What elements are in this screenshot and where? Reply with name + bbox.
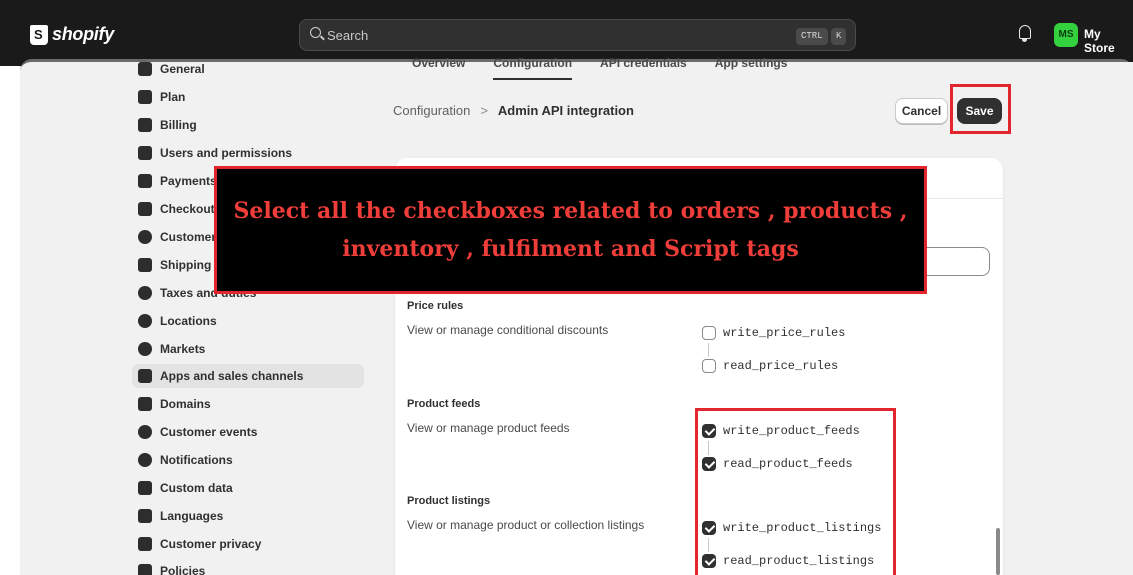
policies-icon (138, 564, 152, 575)
checkbox[interactable] (702, 359, 716, 373)
section-title-product-listings: Product listings (407, 495, 491, 507)
scope-connector (708, 343, 709, 357)
save-button-highlight (950, 84, 1011, 134)
shopping-bag-icon (30, 24, 48, 45)
logo-text: shopify (52, 24, 114, 44)
shopify-logo[interactable]: shopify (30, 24, 114, 45)
section-desc-product-listings: View or manage product or collection lis… (407, 518, 645, 532)
truck-icon (138, 258, 152, 272)
checked-scopes-highlight (695, 408, 896, 575)
sidebar-item-locations[interactable]: Locations (132, 309, 364, 333)
sidebar-item-label: Payments (160, 174, 217, 188)
shortcut-key-k: K (831, 28, 847, 45)
sidebar-item-label: Languages (160, 509, 224, 523)
custom-data-icon (138, 481, 152, 495)
sidebar-item-customer-privacy[interactable]: Customer privacy (132, 532, 364, 556)
instruction-line-2: inventory , fulfilment and Script tags (342, 236, 799, 262)
scope-label: write_price_rules (723, 326, 846, 340)
sidebar-item-languages[interactable]: Languages (132, 504, 364, 528)
sidebar-item-domains[interactable]: Domains (132, 392, 364, 416)
shortcut-key-ctrl: CTRL (796, 28, 828, 45)
sidebar-item-label: Custom data (160, 481, 233, 495)
section-desc-price-rules: View or manage conditional discounts (407, 323, 609, 337)
search-icon (310, 27, 321, 38)
app-tabs: Overview Configuration API credentials A… (412, 56, 787, 86)
sidebar-item-label: Shipping a (160, 258, 222, 272)
sidebar-item-label: Domains (160, 397, 211, 411)
sidebar-item-label: General (160, 62, 205, 76)
taxes-icon (138, 286, 152, 300)
settings-sidebar: General Plan Billing Users and permissio… (130, 62, 366, 575)
breadcrumb-parent-link[interactable]: Configuration (393, 103, 470, 118)
store-name[interactable]: My Store (1084, 27, 1133, 55)
billing-icon (138, 118, 152, 132)
location-pin-icon (138, 314, 152, 328)
section-desc-product-feeds: View or manage product feeds (407, 421, 570, 435)
sidebar-item-label: Users and permissions (160, 146, 293, 160)
scrollbar[interactable] (996, 528, 1000, 575)
sidebar-item-billing[interactable]: Billing (132, 113, 364, 137)
section-title-price-rules: Price rules (407, 300, 464, 312)
cursor-click-icon (138, 425, 152, 439)
sidebar-item-label: Notifications (160, 453, 233, 467)
search-bar[interactable]: Search CTRL K (299, 19, 856, 51)
users-icon (138, 146, 152, 160)
sidebar-item-users[interactable]: Users and permissions (132, 141, 364, 165)
sidebar-item-label: Billing (160, 118, 197, 132)
cancel-button[interactable]: Cancel (895, 98, 948, 124)
chevron-right-icon: > (480, 103, 488, 118)
sidebar-item-customer-events[interactable]: Customer events (132, 420, 364, 444)
notifications-bell-icon[interactable] (1019, 25, 1031, 42)
store-avatar[interactable]: MS (1054, 23, 1078, 47)
sidebar-item-label: Policies (160, 564, 206, 575)
sidebar-item-label: Plan (160, 90, 186, 104)
sidebar-item-label: Checkout (160, 202, 215, 216)
domains-icon (138, 397, 152, 411)
sidebar-item-general[interactable]: General (132, 57, 364, 81)
globe-icon (138, 342, 152, 356)
person-icon (138, 230, 152, 244)
page-title: Admin API integration (497, 103, 634, 118)
store-icon (138, 62, 152, 76)
sidebar-item-plan[interactable]: Plan (132, 85, 364, 109)
sidebar-item-label: Locations (160, 314, 217, 328)
sidebar-item-label: Markets (160, 342, 206, 356)
sidebar-item-label: Customer privacy (160, 537, 262, 551)
plan-chart-icon (138, 90, 152, 104)
sidebar-item-notifications[interactable]: Notifications (132, 448, 364, 472)
cart-icon (138, 202, 152, 216)
instruction-banner: Select all the checkboxes related to ord… (214, 166, 927, 294)
tab-api-credentials[interactable]: API credentials (600, 56, 687, 80)
scope-write-price-rules[interactable]: write_price_rules (702, 326, 845, 340)
search-placeholder: Search (327, 28, 369, 43)
bell-icon (138, 453, 152, 467)
checkbox[interactable] (702, 326, 716, 340)
apps-icon (138, 369, 152, 383)
scope-read-price-rules[interactable]: read_price_rules (702, 359, 838, 373)
sidebar-item-custom-data[interactable]: Custom data (132, 476, 364, 500)
breadcrumb: Configuration > Admin API integration (393, 103, 634, 118)
sidebar-item-label: Customer (160, 230, 217, 244)
sidebar-item-label: Customer events (160, 425, 258, 439)
languages-icon (138, 509, 152, 523)
tab-app-settings[interactable]: App settings (715, 56, 788, 80)
tab-configuration[interactable]: Configuration (493, 56, 573, 80)
instruction-line-1: Select all the checkboxes related to ord… (233, 198, 908, 224)
sidebar-item-markets[interactable]: Markets (132, 337, 364, 361)
sidebar-item-label: Apps and sales channels (160, 369, 304, 383)
sidebar-item-apps[interactable]: Apps and sales channels (132, 364, 364, 388)
section-title-product-feeds: Product feeds (407, 398, 481, 410)
lock-icon (138, 537, 152, 551)
tab-overview[interactable]: Overview (412, 56, 465, 80)
payments-icon (138, 174, 152, 188)
scope-label: read_price_rules (723, 359, 839, 373)
sidebar-item-policies[interactable]: Policies (132, 559, 364, 575)
